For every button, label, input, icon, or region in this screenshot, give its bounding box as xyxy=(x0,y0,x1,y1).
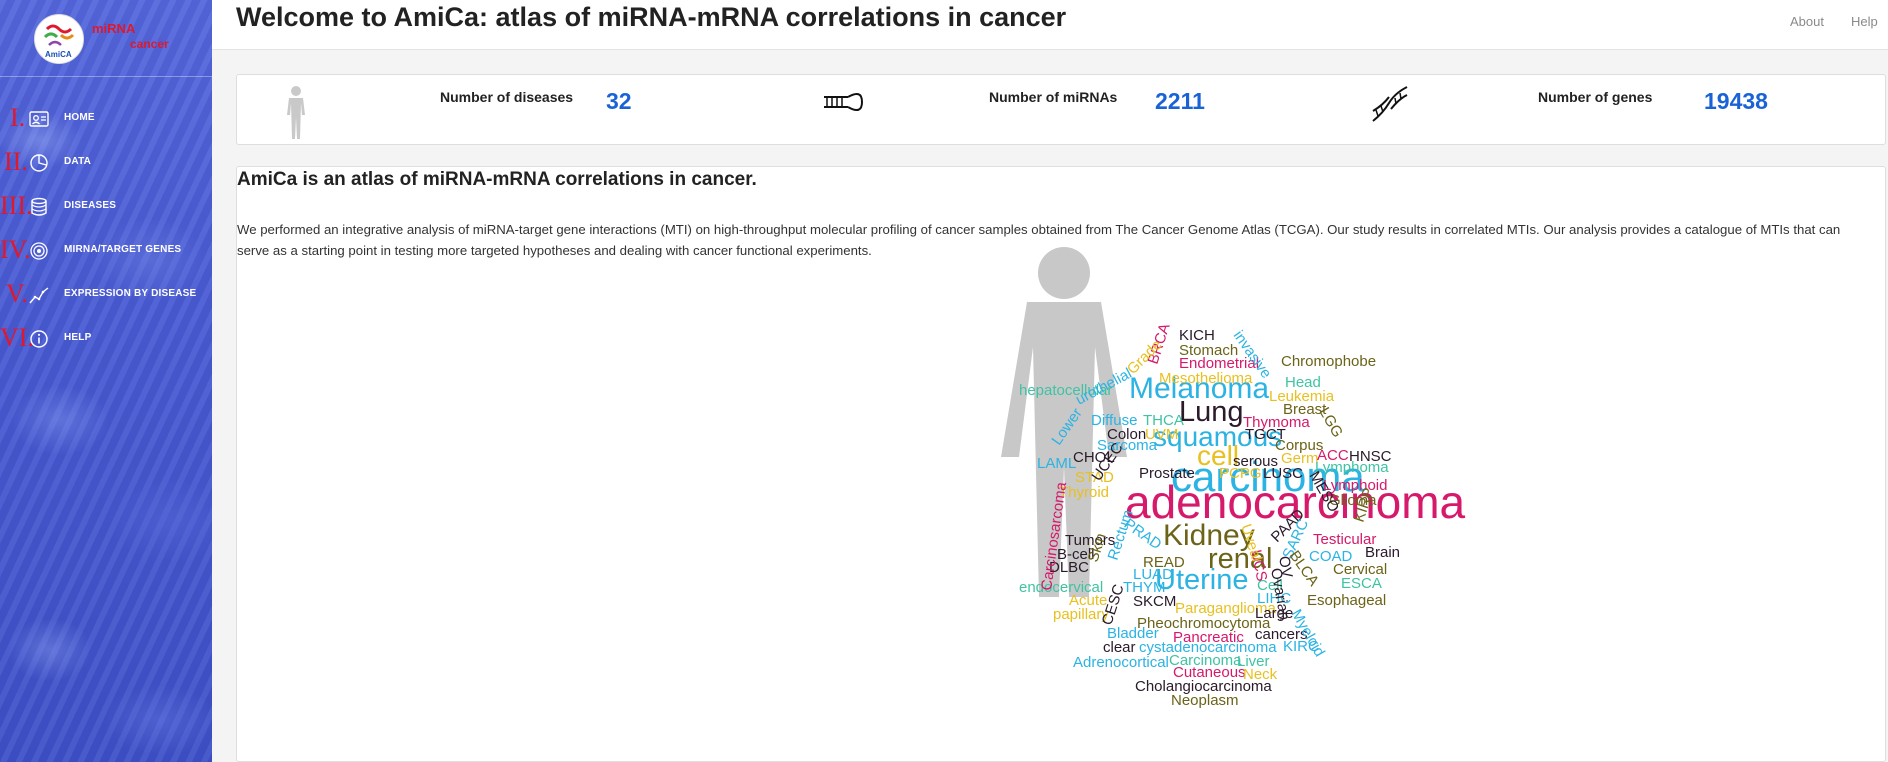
word-cloud-term: Adrenocortical xyxy=(1073,654,1169,671)
word-cloud-term: LUSC xyxy=(1263,465,1303,482)
info-icon xyxy=(30,330,48,348)
about-link[interactable]: About xyxy=(1790,14,1824,29)
word-cloud-term: PCPG xyxy=(1219,465,1262,482)
diseases-count-label: Number of diseases xyxy=(440,89,574,105)
word-cloud-term: LGG xyxy=(1316,405,1347,441)
genes-count-label: Number of genes xyxy=(1538,89,1653,105)
database-icon xyxy=(31,197,47,216)
logo-title-mirna: miRNA xyxy=(92,21,136,36)
word-cloud-term: Prostate xyxy=(1139,465,1195,482)
nav-item-home[interactable]: I. HOME xyxy=(0,103,212,133)
word-cloud-term: Neoplasm xyxy=(1171,692,1239,709)
word-cloud-term: Mesothelioma xyxy=(1159,370,1253,387)
target-icon xyxy=(30,242,48,260)
sidebar-divider xyxy=(0,76,212,77)
word-cloud-term: Lymphoma xyxy=(1315,459,1389,476)
nav-item-data[interactable]: II. DATA xyxy=(0,147,212,177)
word-cloud-term: LAML xyxy=(1037,455,1076,472)
nav-item-mirna-target-genes[interactable]: IV. MIRNA/TARGET GENES xyxy=(0,235,212,265)
word-cloud-term: SKCM xyxy=(1133,593,1176,610)
word-cloud-term: ESCA xyxy=(1341,575,1382,592)
nav-label: DATA xyxy=(64,156,92,167)
mirna-hairpin-icon xyxy=(824,92,864,112)
nav-number: I. xyxy=(10,103,26,132)
nav-item-help[interactable]: VI. HELP xyxy=(0,323,212,353)
nav-label: HOME xyxy=(64,112,95,123)
nav-label: DISEASES xyxy=(64,200,117,211)
top-header: Welcome to AmiCa: atlas of miRNA-mRNA co… xyxy=(212,0,1888,50)
logo-emblem: AmiCA xyxy=(34,14,84,64)
word-cloud-term: Chromophobe xyxy=(1281,353,1376,370)
nav-item-diseases[interactable]: III. DISEASES xyxy=(0,191,212,221)
nav-label: EXPRESSION BY DISEASE xyxy=(64,288,197,299)
dna-icon xyxy=(1372,86,1408,122)
human-body-icon xyxy=(287,86,305,139)
diseases-count-value: 32 xyxy=(606,88,632,114)
help-link[interactable]: Help xyxy=(1851,14,1878,29)
app-logo[interactable]: AmiCA miRNA cancer xyxy=(34,12,184,68)
main-panel: AmiCa is an atlas of miRNA-mRNA correlat… xyxy=(236,166,1886,762)
page-title: Welcome to AmiCa: atlas of miRNA-mRNA co… xyxy=(236,2,1067,32)
nav-label: HELP xyxy=(64,332,92,343)
word-cloud-term: Brain xyxy=(1365,544,1400,561)
nav-number: II. xyxy=(4,147,28,176)
line-chart-icon xyxy=(29,287,49,304)
pie-chart-icon xyxy=(30,154,48,172)
nav-item-expression-by-disease[interactable]: V. EXPRESSION BY DISEASE xyxy=(0,279,212,309)
mirnas-count-label: Number of miRNAs xyxy=(989,89,1118,105)
mirnas-count-value: 2211 xyxy=(1155,88,1205,114)
home-card-icon xyxy=(29,111,49,127)
nav-label: MIRNA/TARGET GENES xyxy=(64,244,182,255)
word-cloud-term: Esophageal xyxy=(1307,592,1386,609)
disease-word-cloud: adenocarcinomacarcinomaKidneyrenalUterin… xyxy=(1001,247,1466,709)
logo-title-cancer: cancer xyxy=(130,37,169,51)
sidebar: AmiCA miRNA cancer I. HOME II. DATA III. xyxy=(0,0,212,762)
nav-number: V. xyxy=(6,279,28,308)
genes-count-value: 19438 xyxy=(1704,88,1768,114)
stats-panel: Number of diseases 32 Number of miRNAs 2… xyxy=(236,74,1886,145)
nav-number: IV. xyxy=(0,235,31,264)
svg-text:AmiCA: AmiCA xyxy=(45,50,72,59)
